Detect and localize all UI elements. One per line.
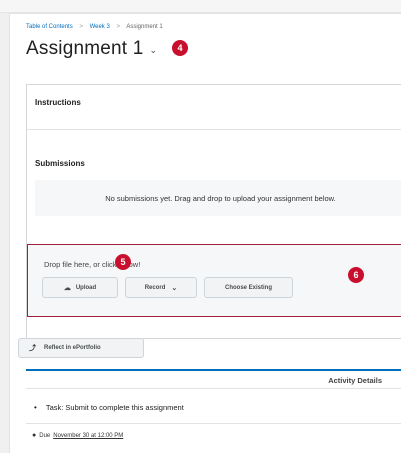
chevron-down-icon: ⌄ <box>171 284 178 292</box>
choose-existing-button[interactable]: Choose Existing <box>204 277 293 298</box>
annotation-badge-4: 4 <box>172 40 188 56</box>
task-text: Task: Submit to complete this assignment <box>45 403 184 412</box>
top-strip <box>0 0 401 13</box>
task-row: • Task: Submit to complete this assignmen… <box>34 403 184 412</box>
assignment-page: Table of Contents > Week 3 > Assignment … <box>9 13 401 453</box>
annotation-badge-5: 5 <box>115 254 131 270</box>
instructions-heading: Instructions <box>35 98 81 107</box>
breadcrumb-week-3[interactable]: Week 3 <box>90 24 110 30</box>
file-dropzone[interactable]: Drop file here, or click below! ☁ Upload… <box>27 244 401 317</box>
breadcrumb-separator: > <box>116 24 120 30</box>
bullet-icon: • <box>34 403 37 412</box>
activity-details-header: Activity Details <box>26 371 401 389</box>
breadcrumb-current: Assignment 1 <box>126 24 163 30</box>
submissions-heading: Submissions <box>35 159 85 168</box>
no-submissions-box: No submissions yet. Drag and drop to upl… <box>35 180 401 216</box>
clock-icon: ● <box>32 432 37 439</box>
due-prefix: Due <box>39 432 51 439</box>
due-row: ● Due November 30 at 12:00 PM <box>32 432 123 439</box>
activity-details-label: Activity Details <box>328 376 382 385</box>
title-row: Assignment 1 ⌄ <box>26 38 157 60</box>
page-title: Assignment 1 <box>26 38 144 59</box>
task-divider <box>26 423 401 424</box>
breadcrumb-separator: > <box>79 24 83 30</box>
choose-existing-label: Choose Existing <box>224 284 272 291</box>
portfolio-icon: ⤴ <box>29 345 36 352</box>
upload-button[interactable]: ☁ Upload <box>42 277 118 298</box>
breadcrumb: Table of Contents > Week 3 > Assignment … <box>26 24 163 30</box>
upload-button-label: Upload <box>75 284 97 291</box>
record-button-label: Record <box>144 284 166 291</box>
no-submissions-message: No submissions yet. Drag and drop to upl… <box>105 193 336 203</box>
reflect-in-eportfolio-button[interactable]: ⤴ Reflect in ePortfolio <box>18 338 144 358</box>
chevron-down-icon[interactable]: ⌄ <box>150 45 158 56</box>
due-date-link[interactable]: November 30 at 12:00 PM <box>53 433 123 439</box>
reflect-in-eportfolio-label: Reflect in ePortfolio <box>44 345 101 351</box>
cloud-upload-icon: ☁ <box>63 284 71 292</box>
breadcrumb-table-of-contents[interactable]: Table of Contents <box>26 24 73 30</box>
assignment-panel: Instructions Submissions No submissions … <box>26 84 401 339</box>
annotation-badge-6: 6 <box>348 267 364 283</box>
record-button[interactable]: Record ⌄ <box>125 277 197 298</box>
section-divider <box>27 129 401 130</box>
